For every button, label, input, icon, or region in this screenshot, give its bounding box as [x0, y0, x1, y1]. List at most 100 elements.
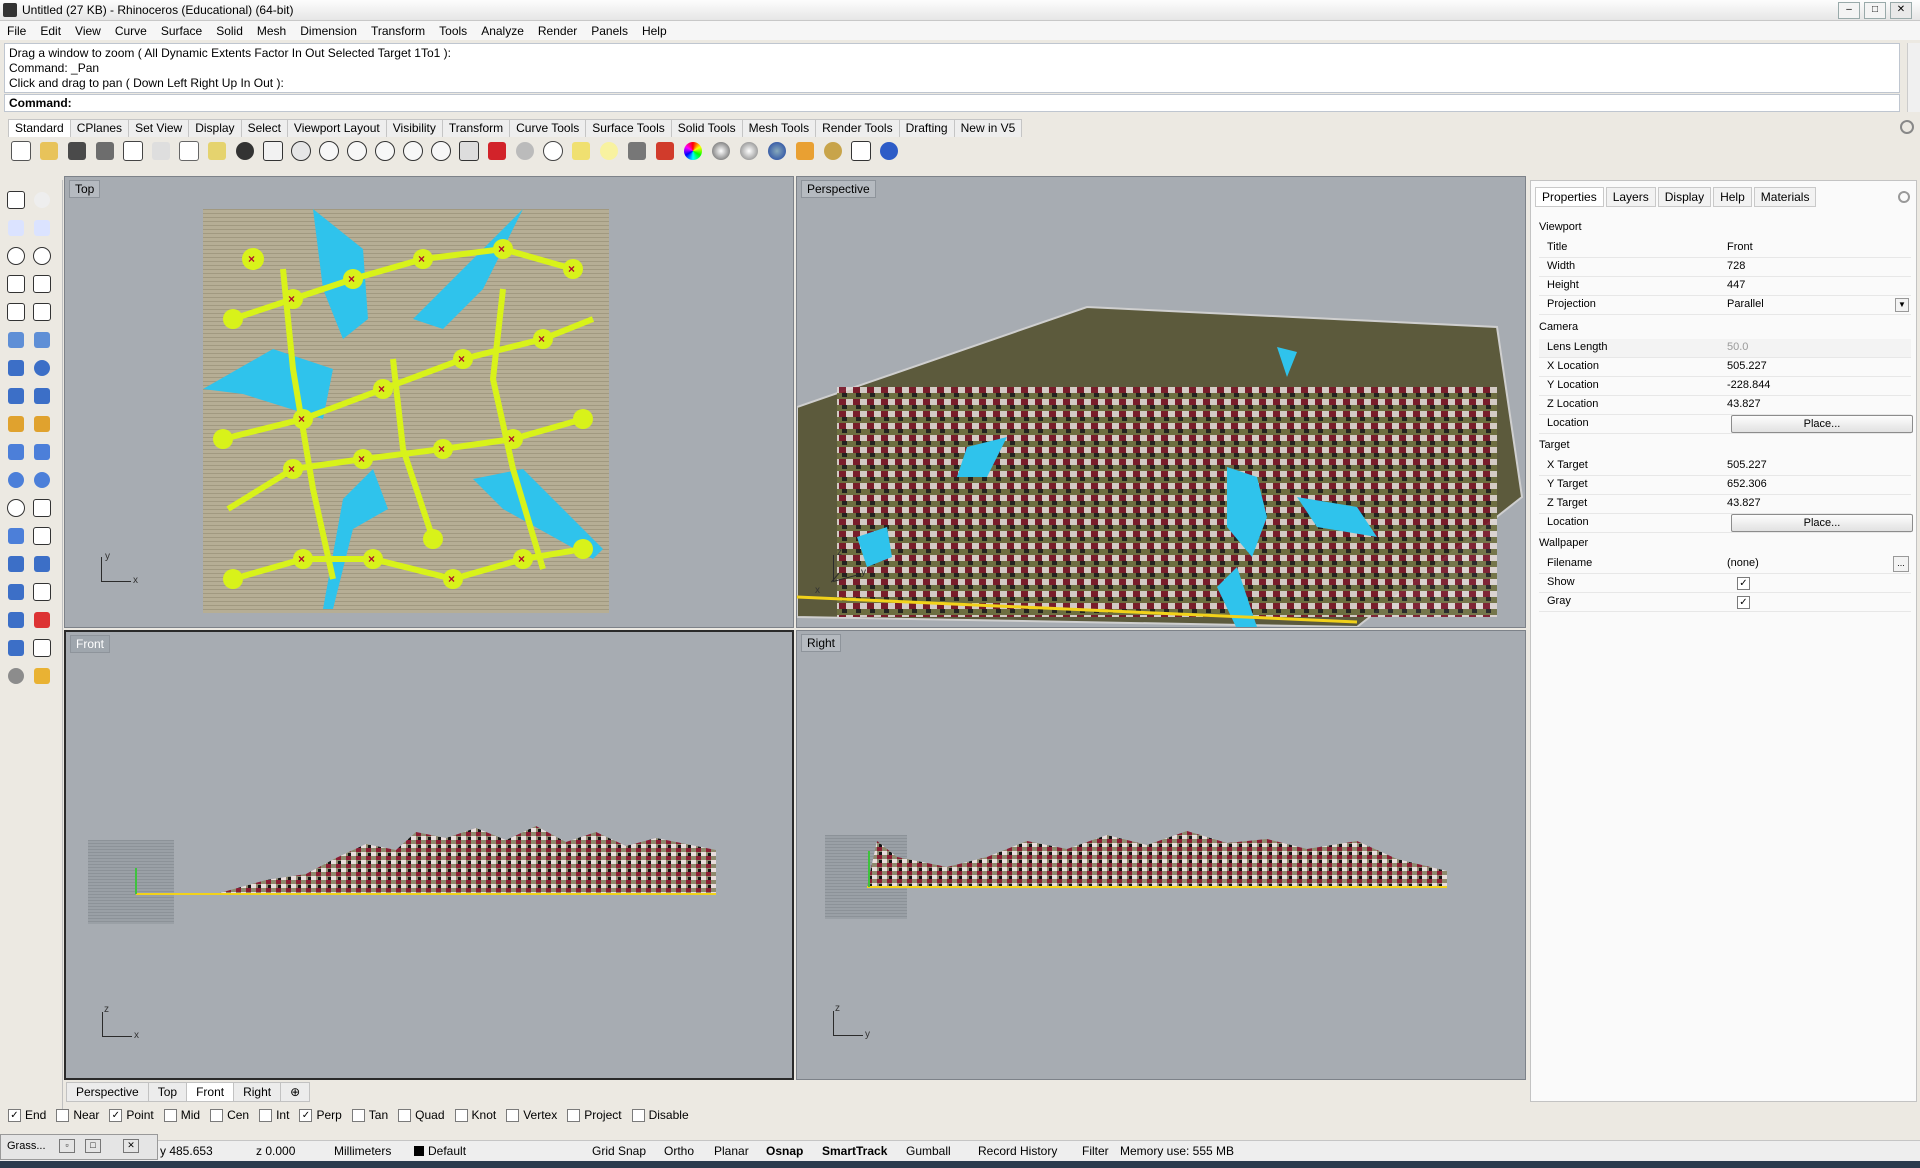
- osnap-cen[interactable]: Cen: [210, 1108, 249, 1122]
- prop-row-filename[interactable]: Filename (none)...: [1539, 555, 1911, 574]
- select-icon[interactable]: [4, 188, 28, 212]
- prop-row-height[interactable]: Height 447: [1539, 277, 1911, 296]
- camera-place-button[interactable]: Place...: [1731, 415, 1913, 433]
- menu-dimension[interactable]: Dimension: [293, 24, 364, 38]
- ortho-toggle[interactable]: Ortho: [664, 1144, 694, 1158]
- vp-tab-right[interactable]: Right: [233, 1082, 282, 1102]
- minimized-grasshopper-window[interactable]: Grass... ▫ □ ✕: [0, 1134, 158, 1160]
- prop-row-projection[interactable]: Projection Parallel ▼: [1539, 296, 1911, 315]
- curve-icon[interactable]: [30, 216, 54, 240]
- restore-icon[interactable]: ▫: [59, 1139, 75, 1153]
- render-preview-icon[interactable]: [708, 138, 734, 164]
- fillet-edge-icon[interactable]: [30, 440, 54, 464]
- tab-select[interactable]: Select: [240, 119, 288, 137]
- tab-set-view[interactable]: Set View: [128, 119, 190, 137]
- polygon-icon[interactable]: [4, 300, 28, 324]
- checkbox[interactable]: [567, 1108, 581, 1122]
- menu-tools[interactable]: Tools: [432, 24, 474, 38]
- block-icon[interactable]: [30, 580, 54, 604]
- filter-toggle[interactable]: Filter: [1082, 1144, 1109, 1158]
- panel-tab-layers[interactable]: Layers: [1605, 187, 1656, 207]
- check-icon[interactable]: [30, 636, 54, 660]
- chevron-down-icon[interactable]: ▼: [1895, 298, 1909, 312]
- maximize-icon[interactable]: □: [85, 1139, 101, 1153]
- surface-icon[interactable]: [4, 328, 28, 352]
- save-icon[interactable]: [64, 138, 90, 164]
- car-icon[interactable]: [484, 138, 510, 164]
- osnap-perp[interactable]: ✓ Perp: [299, 1108, 342, 1122]
- checkbox[interactable]: [398, 1108, 412, 1122]
- tab-viewport-layout[interactable]: Viewport Layout: [286, 119, 387, 137]
- material-icon[interactable]: [736, 138, 762, 164]
- status-layer[interactable]: Default: [414, 1144, 466, 1158]
- osnap-tan[interactable]: Tan: [351, 1108, 388, 1122]
- osnap-vertex[interactable]: Vertex: [506, 1108, 557, 1122]
- gear-tool-icon[interactable]: [820, 138, 846, 164]
- osnap-end[interactable]: ✓ End: [8, 1108, 46, 1122]
- osnap-near[interactable]: Near: [56, 1108, 99, 1122]
- viewport-front[interactable]: Front z x: [64, 630, 794, 1080]
- copy-icon[interactable]: [176, 138, 202, 164]
- tab-drafting[interactable]: Drafting: [898, 119, 955, 137]
- menu-transform[interactable]: Transform: [364, 24, 432, 38]
- group-icon[interactable]: [4, 580, 28, 604]
- cylinder-icon[interactable]: [4, 384, 28, 408]
- checkbox[interactable]: [351, 1108, 365, 1122]
- circle-icon[interactable]: [540, 138, 566, 164]
- grid-snap-toggle[interactable]: Grid Snap: [592, 1144, 646, 1158]
- snap-icon[interactable]: [568, 138, 594, 164]
- print-icon[interactable]: [92, 138, 118, 164]
- checkbox[interactable]: [506, 1108, 520, 1122]
- prop-row-y-target[interactable]: Y Target 652.306: [1539, 476, 1911, 495]
- arc-icon[interactable]: [4, 272, 28, 296]
- viewport-title-top[interactable]: Top: [69, 180, 101, 198]
- array-icon[interactable]: [4, 552, 28, 576]
- minimize-button[interactable]: –: [1838, 2, 1860, 19]
- vp-tab-perspective[interactable]: Perspective: [66, 1082, 149, 1102]
- tab-surface-tools[interactable]: Surface Tools: [585, 119, 672, 137]
- help-icon[interactable]: [876, 138, 902, 164]
- text-icon[interactable]: [4, 524, 28, 548]
- menu-analyze[interactable]: Analyze: [474, 24, 531, 38]
- tab-curve-tools[interactable]: Curve Tools: [509, 119, 587, 137]
- checkbox[interactable]: [454, 1108, 468, 1122]
- cap-icon[interactable]: [4, 468, 28, 492]
- tab-new-in-v5[interactable]: New in V5: [953, 119, 1023, 137]
- panel-tab-help[interactable]: Help: [1713, 187, 1752, 207]
- split-icon[interactable]: [30, 552, 54, 576]
- menu-curve[interactable]: Curve: [108, 24, 154, 38]
- layer-icon[interactable]: [652, 138, 678, 164]
- checkbox[interactable]: [259, 1108, 273, 1122]
- sphere-tool-icon[interactable]: [30, 356, 54, 380]
- record-history-toggle[interactable]: Record History: [978, 1144, 1057, 1158]
- viewport-top[interactable]: Top × × × × × × × × × × × × × × × × × × …: [64, 176, 794, 628]
- panel-tab-display[interactable]: Display: [1657, 187, 1712, 207]
- point-icon[interactable]: [30, 188, 54, 212]
- zoom-selected-icon[interactable]: [372, 138, 398, 164]
- rotate-tool-icon[interactable]: [4, 496, 28, 520]
- prop-row-x-target[interactable]: X Target 505.227: [1539, 457, 1911, 476]
- menu-view[interactable]: View: [68, 24, 108, 38]
- menu-render[interactable]: Render: [531, 24, 584, 38]
- boolean-icon[interactable]: [4, 440, 28, 464]
- extrude-icon[interactable]: [30, 384, 54, 408]
- osnap-point[interactable]: ✓ Point: [109, 1108, 154, 1122]
- box-icon[interactable]: [4, 356, 28, 380]
- tab-mesh-tools[interactable]: Mesh Tools: [741, 119, 817, 137]
- rectangle-icon[interactable]: [30, 272, 54, 296]
- browse-button[interactable]: ...: [1893, 556, 1909, 572]
- vp-tab-front[interactable]: Front: [186, 1082, 235, 1102]
- checkbox[interactable]: ✓: [8, 1108, 21, 1122]
- prop-row-title[interactable]: Title Front: [1539, 239, 1911, 258]
- osnap-project[interactable]: Project: [567, 1108, 622, 1122]
- tab-solid-tools[interactable]: Solid Tools: [670, 119, 743, 137]
- show-checkbox[interactable]: ✓: [1737, 577, 1750, 590]
- osnap-knot[interactable]: Knot: [454, 1108, 496, 1122]
- grid-icon[interactable]: [456, 138, 482, 164]
- close-button[interactable]: ✕: [1890, 2, 1912, 19]
- checkbox[interactable]: ✓: [109, 1108, 123, 1122]
- undo-icon[interactable]: [232, 138, 258, 164]
- projection-select[interactable]: Parallel: [1727, 298, 1764, 310]
- grid-array-icon[interactable]: [4, 608, 28, 632]
- light-icon[interactable]: [596, 138, 622, 164]
